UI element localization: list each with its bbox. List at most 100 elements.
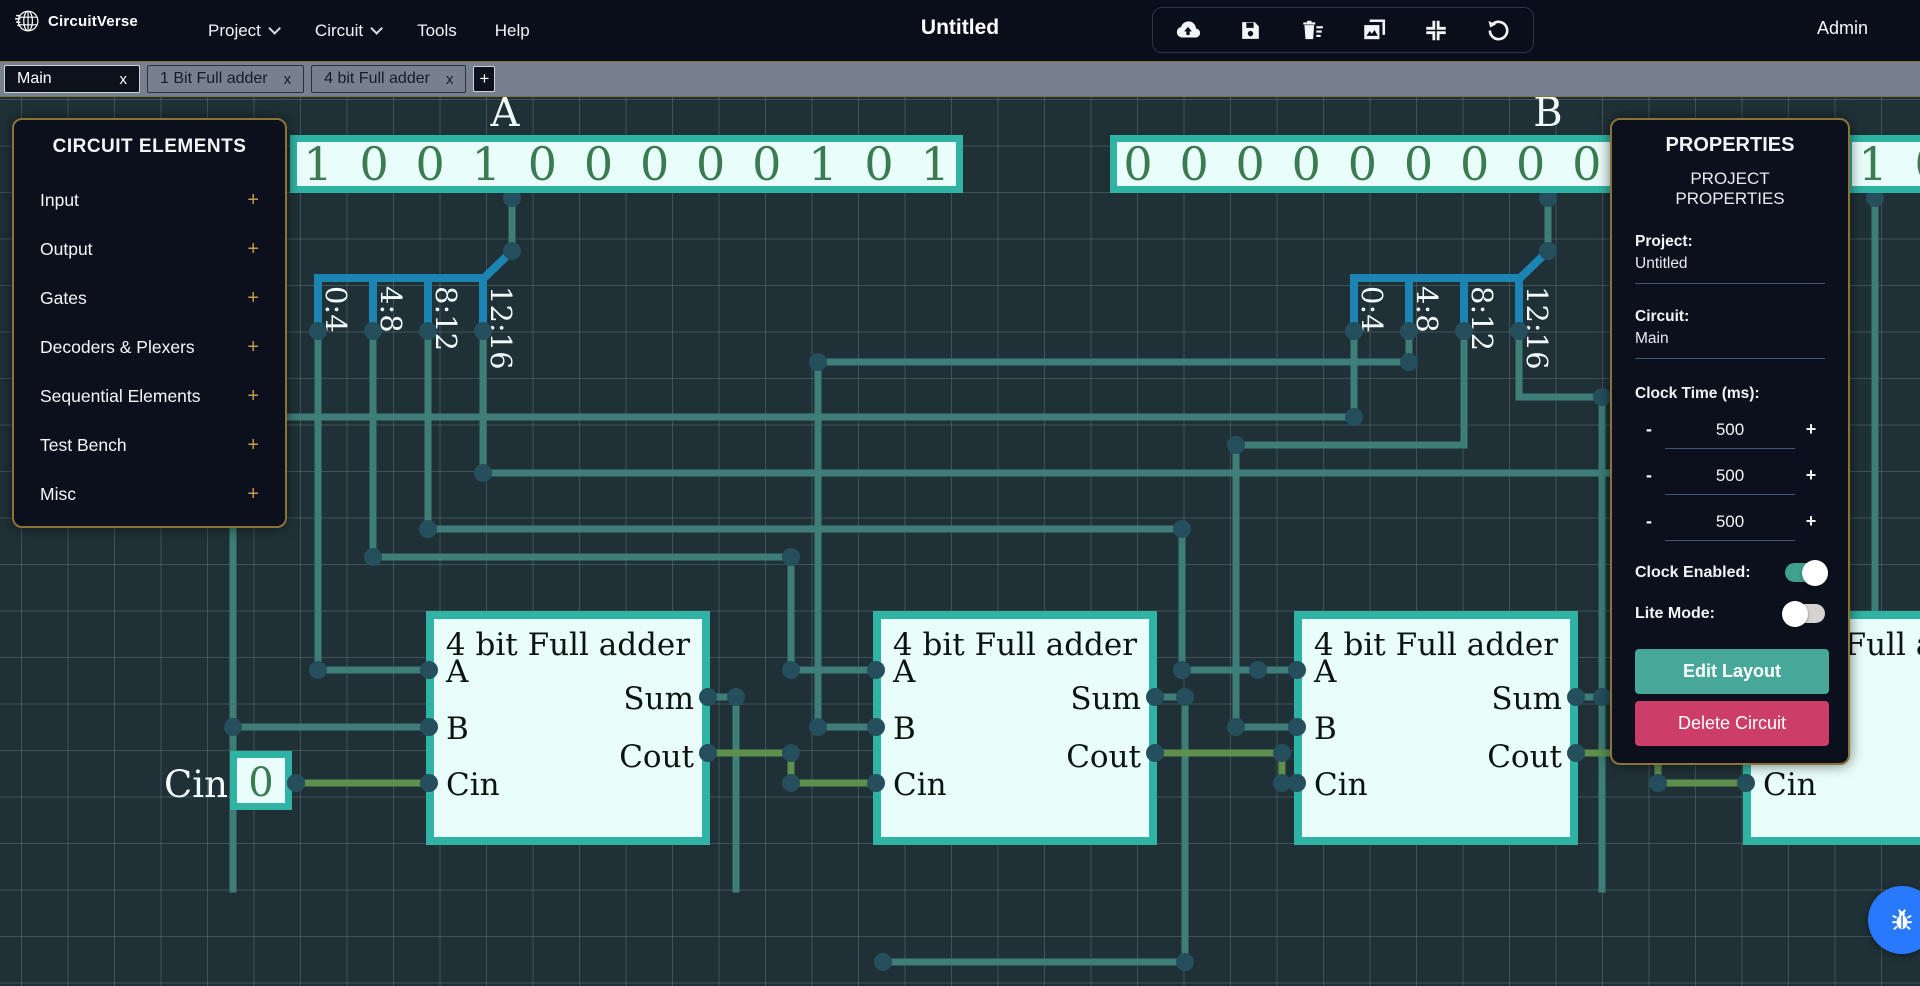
wire-node[interactable] xyxy=(809,718,827,736)
wire-node[interactable] xyxy=(1173,661,1191,679)
adder-output-node[interactable] xyxy=(1567,744,1585,762)
clock-enabled-toggle[interactable] xyxy=(1785,563,1825,582)
splitter[interactable] xyxy=(318,251,512,278)
wire-node[interactable] xyxy=(1539,242,1557,260)
center-focus-icon[interactable] xyxy=(1423,17,1449,43)
wire-node[interactable] xyxy=(809,353,827,371)
wire-node[interactable] xyxy=(474,464,492,482)
display-digit[interactable]: 0 xyxy=(1236,137,1265,191)
history-icon[interactable] xyxy=(1485,17,1511,43)
wire-node[interactable] xyxy=(1176,688,1194,706)
adder-input-node[interactable] xyxy=(420,661,438,679)
sidebar-item-misc[interactable]: Misc+ xyxy=(40,470,259,519)
wire-node[interactable] xyxy=(1249,661,1267,679)
menu-project[interactable]: Project xyxy=(208,21,277,41)
adder-output-node[interactable] xyxy=(1146,688,1164,706)
display-digit[interactable]: 0 xyxy=(528,137,557,191)
adder-output-node[interactable] xyxy=(1146,744,1164,762)
wire-node[interactable] xyxy=(1593,388,1611,406)
display-digit[interactable]: 0 xyxy=(696,137,725,191)
display-digit[interactable]: 1 xyxy=(808,137,837,191)
display-digit[interactable]: 0 xyxy=(1460,137,1489,191)
menu-tools[interactable]: Tools xyxy=(417,21,457,41)
wire-node[interactable] xyxy=(782,774,800,792)
delete-circuit-button[interactable]: Delete Circuit xyxy=(1635,701,1829,746)
wire-node[interactable] xyxy=(1345,408,1363,426)
adder-input-node[interactable] xyxy=(867,718,885,736)
display-digit[interactable]: 0 xyxy=(1914,137,1920,191)
cin-output-node[interactable] xyxy=(287,774,305,792)
tab-4-bit-full-adder[interactable]: 4 bit Full adderx xyxy=(311,65,466,93)
cin-input-value[interactable]: 0 xyxy=(248,760,273,806)
project-name-input[interactable]: Untitled xyxy=(1635,255,1825,273)
display-digit[interactable]: 1 xyxy=(472,137,501,191)
display-digit[interactable]: 0 xyxy=(1404,137,1433,191)
wire-node[interactable] xyxy=(1649,774,1667,792)
adder-output-node[interactable] xyxy=(699,744,717,762)
display-digit[interactable]: 0 xyxy=(1572,137,1601,191)
display-digit[interactable]: 0 xyxy=(1179,137,1208,191)
sidebar-item-sequential-elements[interactable]: Sequential Elements+ xyxy=(40,372,259,421)
images-icon[interactable] xyxy=(1361,17,1387,43)
stepper-decrease-button[interactable]: - xyxy=(1641,419,1657,440)
sidebar-item-test-bench[interactable]: Test Bench+ xyxy=(40,421,259,470)
display-digit[interactable]: 0 xyxy=(1292,137,1321,191)
tab-1-bit-full-adder[interactable]: 1 Bit Full adderx xyxy=(147,65,304,93)
stepper-increase-button[interactable]: + xyxy=(1803,465,1819,486)
wire-node[interactable] xyxy=(309,322,327,340)
display-digit[interactable]: 0 xyxy=(1123,137,1152,191)
adder-input-node[interactable] xyxy=(1288,661,1306,679)
lite-mode-toggle[interactable] xyxy=(1785,604,1825,623)
wire-node[interactable] xyxy=(224,718,242,736)
stepper-decrease-button[interactable]: - xyxy=(1641,465,1657,486)
wire-node[interactable] xyxy=(503,242,521,260)
wire-node[interactable] xyxy=(1510,322,1528,340)
delete-sweep-icon[interactable] xyxy=(1299,17,1325,43)
tab-close-icon[interactable]: x xyxy=(120,71,128,88)
wire-node[interactable] xyxy=(1227,436,1245,454)
stepper-increase-button[interactable]: + xyxy=(1803,511,1819,532)
menu-help[interactable]: Help xyxy=(495,21,530,41)
adder-input-node[interactable] xyxy=(420,718,438,736)
display-digit[interactable]: 1 xyxy=(920,137,949,191)
display-digit[interactable]: 0 xyxy=(752,137,781,191)
wire-node[interactable] xyxy=(1593,688,1611,706)
wire-node[interactable] xyxy=(782,548,800,566)
display-digit[interactable]: 0 xyxy=(584,137,613,191)
display-digit[interactable]: 0 xyxy=(864,137,893,191)
wire-node[interactable] xyxy=(874,953,892,971)
display-digit[interactable]: 0 xyxy=(1348,137,1377,191)
wire-node[interactable] xyxy=(1455,322,1473,340)
adder-input-node[interactable] xyxy=(420,774,438,792)
wire-node[interactable] xyxy=(1227,718,1245,736)
wire-node[interactable] xyxy=(1400,353,1418,371)
adder-output-node[interactable] xyxy=(1567,688,1585,706)
menu-circuit[interactable]: Circuit xyxy=(315,21,379,41)
adder-input-node[interactable] xyxy=(1737,774,1755,792)
wire-node[interactable] xyxy=(1400,322,1418,340)
display-digit[interactable]: 1 xyxy=(1858,137,1887,191)
wire-node[interactable] xyxy=(782,661,800,679)
adder-input-node[interactable] xyxy=(867,774,885,792)
stepper-increase-button[interactable]: + xyxy=(1803,419,1819,440)
wire-node[interactable] xyxy=(474,322,492,340)
wire-node[interactable] xyxy=(1273,744,1291,762)
display-digit[interactable]: 0 xyxy=(1516,137,1545,191)
sidebar-item-input[interactable]: Input+ xyxy=(40,176,259,225)
tab-close-icon[interactable]: x xyxy=(284,71,292,88)
circuit-name-input[interactable]: Main xyxy=(1635,330,1825,348)
wire[interactable] xyxy=(710,697,736,889)
brand[interactable]: CircuitVerse xyxy=(14,8,138,34)
wire-node[interactable] xyxy=(364,322,382,340)
adder-input-node[interactable] xyxy=(1288,718,1306,736)
wire-node[interactable] xyxy=(1345,322,1363,340)
display-digit[interactable]: 0 xyxy=(359,137,388,191)
wire-node[interactable] xyxy=(1176,953,1194,971)
sidebar-item-output[interactable]: Output+ xyxy=(40,225,259,274)
adder-input-node[interactable] xyxy=(867,661,885,679)
wire-node[interactable] xyxy=(309,661,327,679)
display-digit[interactable]: 1 xyxy=(303,137,332,191)
wire-node[interactable] xyxy=(419,520,437,538)
tab-main[interactable]: Mainx xyxy=(4,65,140,93)
wire-node[interactable] xyxy=(1173,520,1191,538)
